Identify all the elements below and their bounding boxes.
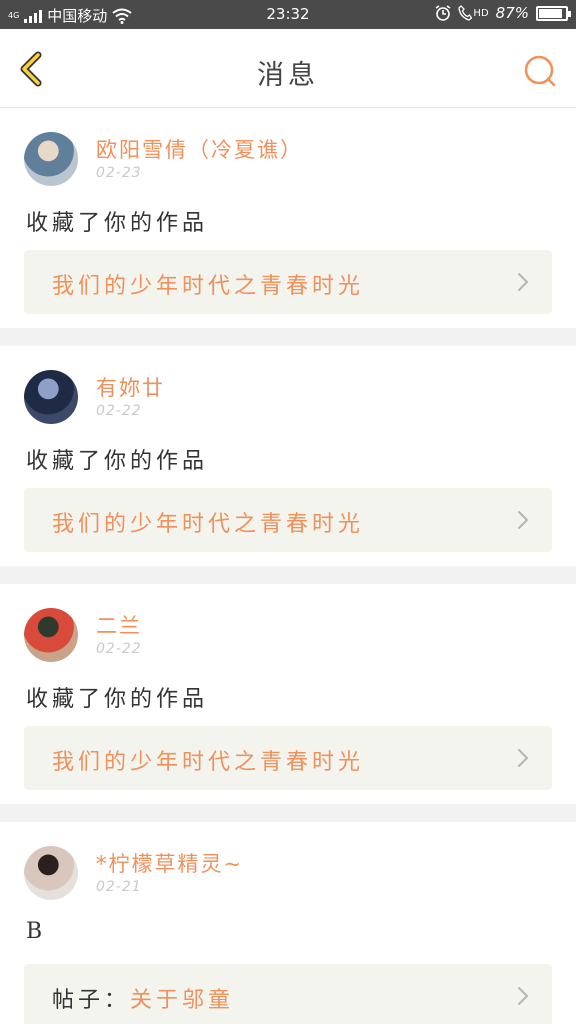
work-name: 我们的少年时代之青春时光 [52,750,365,775]
work-title: 我们的少年时代之青春时光 [52,268,364,300]
status-right: HD 87% [435,4,571,22]
status-bar: 4G 中国移动 23:32 HD 87% [0,0,576,29]
work-link[interactable]: 我们的少年时代之青春时光 [24,488,552,552]
message-action-text: 收藏了你的作品 [26,211,209,236]
chevron-right-icon [517,272,529,292]
message-card[interactable]: *柠檬草精灵~ 02-21 B 帖子：关于邬童 [0,822,576,1024]
work-prefix: 帖子： [52,988,131,1013]
chevron-right-icon [517,510,529,530]
alarm-icon [435,5,451,21]
work-title: 帖子：关于邬童 [52,982,234,1014]
work-link[interactable]: 帖子：关于邬童 [24,964,552,1024]
message-date: 02-22 [96,641,142,657]
work-name: 关于邬童 [130,988,235,1013]
message-action-text: 收藏了你的作品 [26,449,209,474]
battery-percent: 87% [495,4,529,22]
username[interactable]: *柠檬草精灵~ [96,848,243,878]
avatar[interactable] [24,608,78,662]
card-divider [0,566,576,584]
chevron-right-icon [517,986,529,1006]
username[interactable]: 有妳廿 [96,372,165,402]
message-card[interactable]: 欧阳雪倩（冷夏谯） 02-23 收藏了你的作品我们的少年时代之青春时光 [0,108,576,328]
search-icon[interactable] [522,53,558,89]
message-list: 欧阳雪倩（冷夏谯） 02-23 收藏了你的作品 我们的少年时代之青春时光 有妳廿 02-2… [0,108,576,1024]
work-title: 我们的少年时代之青春时光 [52,506,364,538]
phone-icon [458,5,473,21]
message-action-text: B [26,919,47,944]
message-date: 02-21 [96,879,142,895]
battery-icon [536,5,571,21]
username[interactable]: 欧阳雪倩（冷夏谯） [96,134,303,164]
avatar[interactable] [24,846,78,900]
card-divider [0,328,576,346]
card-divider [0,804,576,822]
volte-label: HD [473,7,489,19]
chevron-right-icon [517,748,529,768]
avatar[interactable] [24,132,78,186]
message-date: 02-22 [96,403,142,419]
work-name: 我们的少年时代之青春时光 [52,274,365,299]
page-title: 消息 [257,60,319,91]
username[interactable]: 二兰 [96,610,142,640]
avatar[interactable] [24,370,78,424]
nav-bar: 消息 [0,29,576,108]
work-name: 我们的少年时代之青春时光 [52,512,365,537]
message-card[interactable]: 有妳廿 02-22 收藏了你的作品我们的少年时代之青春时光 [0,346,576,566]
message-date: 02-23 [96,165,142,181]
work-link[interactable]: 我们的少年时代之青春时光 [24,726,552,790]
work-link[interactable]: 我们的少年时代之青春时光 [24,250,552,314]
message-card[interactable]: 二兰 02-22 收藏了你的作品我们的少年时代之青春时光 [0,584,576,804]
work-title: 我们的少年时代之青春时光 [52,744,364,776]
message-action-text: 收藏了你的作品 [26,687,209,712]
